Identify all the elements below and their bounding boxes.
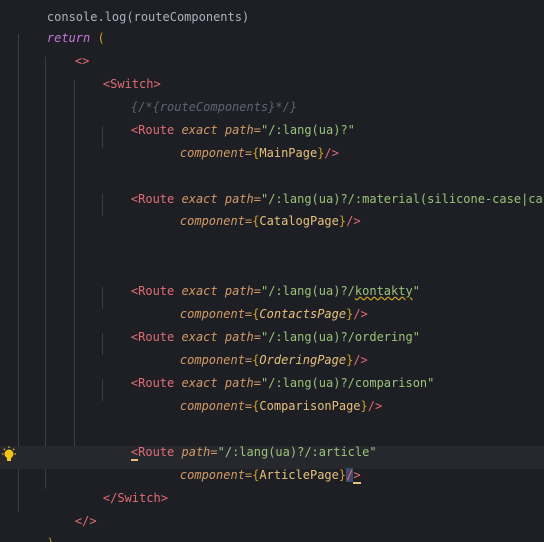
code-editor[interactable]: console.log(routeComponents) return ( <>… xyxy=(0,0,544,542)
code-line-component: component={ComparisonPage}/> xyxy=(151,379,382,413)
code-line-partial: console.log(routeComponents) xyxy=(18,0,249,24)
open-paren: ( xyxy=(97,31,105,45)
component-attr: component= xyxy=(179,214,253,228)
code-line-route: <Route exact path="/:lang(ua)?/ordering" xyxy=(102,310,420,344)
indent-guide xyxy=(45,57,46,489)
fragment-close-tag: </> xyxy=(74,514,97,528)
code-line-route: <Route exact path="/:lang(ua)?/:material… xyxy=(102,172,544,206)
code-line-component: component={ContactsPage}/> xyxy=(151,287,368,321)
code-line-switch-open: <Switch> xyxy=(74,57,161,91)
switch-close-tag: </Switch> xyxy=(102,491,168,505)
code-line-component: component={OrderingPage}/> xyxy=(151,333,368,367)
code-line-route: <Route exact path="/:lang(ua)?/kontakty" xyxy=(102,264,420,298)
path-string-end: " xyxy=(412,284,420,298)
lightbulb-icon[interactable] xyxy=(0,446,18,464)
component-name: MainPage xyxy=(259,146,318,160)
code-line-return: return ( xyxy=(18,11,105,45)
code-line-comment: {/*{routeComponents}*/} xyxy=(102,80,297,114)
indent-guide xyxy=(18,34,19,512)
self-close-tag: /> xyxy=(324,146,339,160)
component-attr: component= xyxy=(179,468,253,482)
indent-guide xyxy=(74,80,75,466)
component-name: ComparisonPage xyxy=(259,399,361,413)
code-line-component: component={MainPage}/> xyxy=(151,126,339,160)
self-close-tag: /> xyxy=(346,214,361,228)
code-line-route: <Route exact path="/:lang(ua)?/compariso… xyxy=(102,356,434,390)
code-line-component-current: component={ArticlePage}/> xyxy=(151,448,361,484)
component-attr: component= xyxy=(179,399,253,413)
code-line-switch-close: </Switch> xyxy=(74,471,168,505)
component-name: CatalogPage xyxy=(259,214,339,228)
code-line-component: component={CatalogPage}/> xyxy=(151,194,361,228)
code-line-close-paren: ) xyxy=(18,516,54,542)
code-line-route: <Route exact path="/:lang(ua)?" xyxy=(102,103,355,137)
code-line-fragment-close: </> xyxy=(46,494,97,528)
code-line-route: <Route path="/:lang(ua)?/:article" xyxy=(102,425,377,461)
code-line-fragment-open: <> xyxy=(46,34,89,68)
component-attr: component= xyxy=(179,146,253,160)
component-name: ArticlePage xyxy=(259,468,339,482)
matched-bracket-close: > xyxy=(353,468,361,484)
close-paren: ) xyxy=(47,536,54,542)
self-close-tag: /> xyxy=(367,399,383,413)
close-brace: } xyxy=(360,399,368,413)
